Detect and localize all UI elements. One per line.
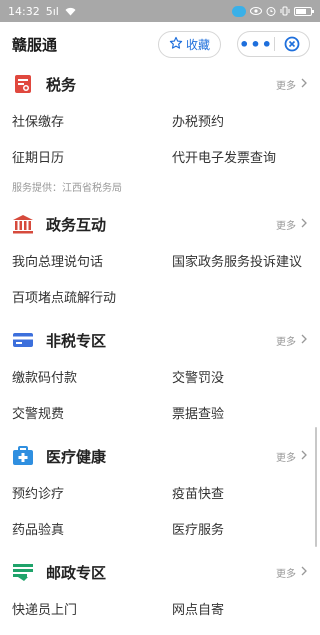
service-item[interactable]: 社保缴存 [12, 102, 172, 138]
service-grid: 社保缴存 办税预约 征期日历 代开电子发票查询 [12, 102, 308, 174]
service-item[interactable]: 快递员上门 [12, 590, 172, 626]
eye-icon [250, 7, 262, 15]
section-2: 非税专区 更多缴款码付款 交警罚没 交警规费 票据查验 [0, 322, 320, 430]
service-grid: 我向总理说句话 国家政务服务投诉建议 百项堵点疏解行动 [12, 242, 308, 314]
section-4: 邮政专区 更多快递员上门 网点自寄 [0, 554, 320, 626]
service-item[interactable]: 医疗服务 [172, 510, 308, 546]
vibrate-icon [280, 6, 290, 16]
more-link[interactable]: 更多 [276, 77, 308, 92]
service-provider-note: 服务提供：江西省税务局 [12, 182, 122, 194]
alarm-icon [266, 6, 276, 16]
service-item[interactable]: 征期日历 [12, 138, 172, 174]
service-item[interactable]: 预约诊疗 [12, 474, 172, 510]
section-header: 政务互动 更多 [12, 206, 308, 242]
section-0: 税务 更多社保缴存 办税预约 征期日历 代开电子发票查询服务提供：江西省税务局 [0, 66, 320, 198]
section-title: 医疗健康 [46, 447, 107, 466]
service-item[interactable]: 办税预约 [172, 102, 308, 138]
card-icon [12, 329, 34, 351]
star-icon [169, 36, 183, 53]
section-title: 政务互动 [46, 215, 107, 234]
section-header: 邮政专区 更多 [12, 554, 308, 590]
more-label: 更多 [276, 220, 296, 232]
chevron-right-icon [300, 218, 308, 231]
service-item[interactable]: 国家政务服务投诉建议 [172, 242, 308, 278]
service-list: 税务 更多 社保缴存 办税预约 征期日历 代开电子发票查询 服务提供：江西省税务局 政务互动更… [0, 66, 320, 626]
signal-icon: 5ıl [45, 4, 59, 18]
service-item[interactable]: 我向总理说句话 [12, 242, 172, 278]
service-item[interactable]: 缴款码付款 [12, 358, 172, 394]
more-link[interactable]: 更多 [276, 449, 308, 464]
mini-program-capsule: ••• [237, 31, 310, 57]
more-label: 更多 [276, 336, 296, 348]
tax-icon [12, 73, 34, 95]
service-grid: 快递员上门 网点自寄 [12, 590, 308, 626]
section-1: 政务互动 更多我向总理说句话 国家政务服务投诉建议 百项堵点疏解行动 [0, 206, 320, 314]
chevron-right-icon [300, 566, 308, 579]
app-title: 赣服通 [12, 35, 58, 54]
more-link[interactable]: 更多 [276, 217, 308, 232]
section-header: 非税专区 更多 [12, 322, 308, 358]
section-header: 医疗健康 更多 [12, 438, 308, 474]
more-label: 更多 [276, 80, 296, 92]
close-circle-icon [284, 36, 300, 52]
favorite-button[interactable]: 收藏 [157, 30, 221, 58]
app-header: 赣服通 收藏 ••• [0, 22, 320, 66]
medical-kit-icon [12, 445, 34, 467]
section-title: 税务 [46, 75, 77, 94]
close-button[interactable] [275, 36, 309, 52]
service-item[interactable]: 票据查验 [172, 394, 308, 430]
nfc-icon [232, 5, 246, 17]
more-menu-button[interactable]: ••• [238, 35, 274, 54]
favorite-label: 收藏 [185, 37, 210, 52]
service-item[interactable]: 药品验真 [12, 510, 172, 546]
government-building-icon [12, 213, 34, 235]
section-title: 邮政专区 [46, 563, 107, 582]
wifi-icon [65, 7, 76, 16]
more-label: 更多 [276, 568, 296, 580]
service-item[interactable]: 百项堵点疏解行动 [12, 278, 172, 314]
more-link[interactable]: 更多 [276, 333, 308, 348]
chevron-right-icon [300, 334, 308, 347]
service-item[interactable]: 代开电子发票查询 [172, 138, 308, 174]
service-item[interactable]: 交警规费 [12, 394, 172, 430]
china-post-icon [12, 561, 34, 583]
more-link[interactable]: 更多 [276, 565, 308, 580]
service-item[interactable]: 疫苗快查 [172, 474, 308, 510]
service-item[interactable]: 网点自寄 [172, 590, 308, 626]
clock: 14:32 [8, 4, 40, 18]
more-label: 更多 [276, 452, 296, 464]
chevron-right-icon [300, 450, 308, 463]
section-header: 税务 更多 [12, 66, 308, 102]
status-bar: 14:32 5ıl [0, 0, 320, 22]
battery-icon [294, 6, 314, 16]
scrollbar[interactable] [315, 427, 317, 547]
chevron-right-icon [300, 78, 308, 91]
service-item[interactable]: 交警罚没 [172, 358, 308, 394]
section-3: 医疗健康 更多预约诊疗 疫苗快查 药品验真 医疗服务 [0, 438, 320, 546]
section-title: 非税专区 [46, 331, 107, 350]
service-grid: 缴款码付款 交警罚没 交警规费 票据查验 [12, 358, 308, 430]
service-grid: 预约诊疗 疫苗快查 药品验真 医疗服务 [12, 474, 308, 546]
